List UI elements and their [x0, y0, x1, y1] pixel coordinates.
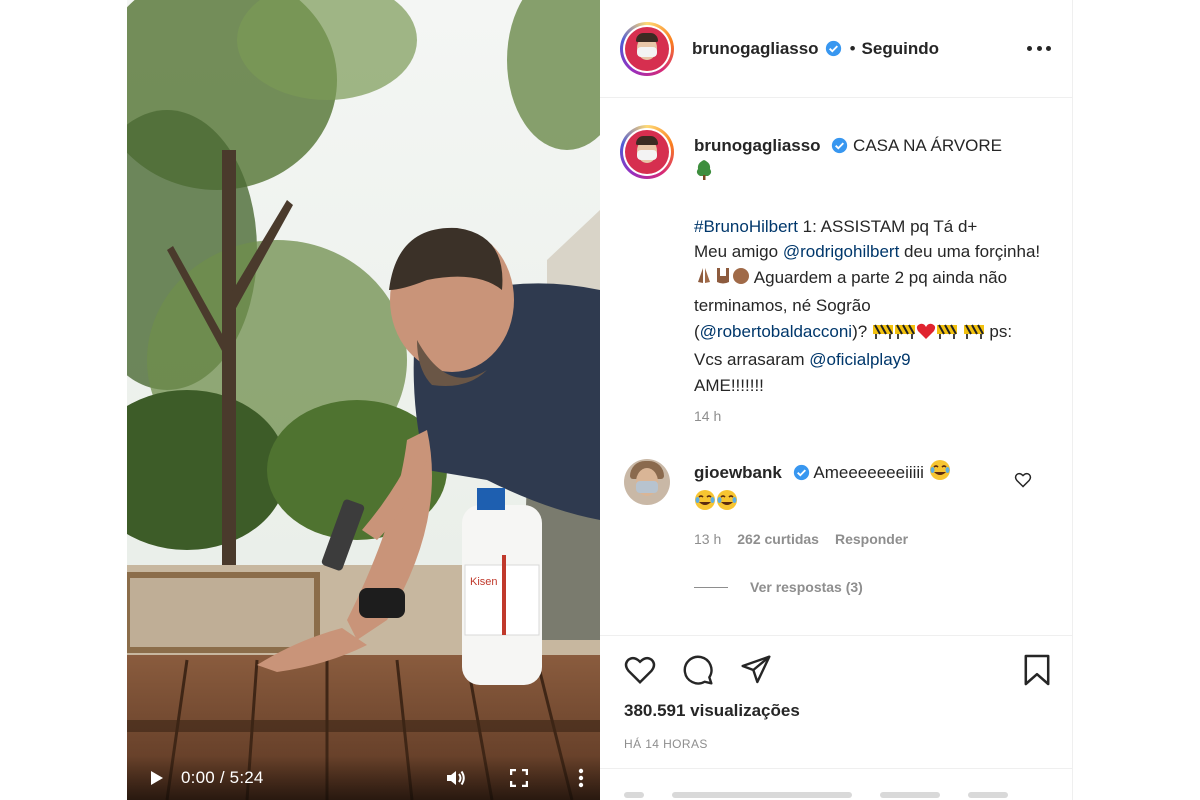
video-frame: Kisen [127, 0, 600, 800]
red-heart-emoji-icon [916, 322, 936, 348]
caption-username[interactable]: brunogagliasso [694, 136, 821, 155]
fist-emoji-icon [732, 266, 750, 294]
more-vertical-icon[interactable] [576, 767, 586, 789]
horns-emoji-icon [714, 266, 732, 294]
tears-of-joy-emoji-icon [694, 489, 716, 519]
tears-of-joy-emoji-icon [716, 489, 738, 519]
hashtag-link[interactable]: #BrunoHilbert [694, 217, 798, 236]
post-time-ago[interactable]: HÁ 14 HORAS [624, 737, 708, 751]
caption-text: brunogagliasso CASA NA ÁRVORE #BrunoHilb… [694, 133, 1044, 398]
caption-timestamp[interactable]: 14 h [694, 408, 721, 424]
comment-username[interactable]: gioewbank [694, 463, 782, 482]
bottle-label: Kisen [470, 576, 498, 588]
comment-likes[interactable]: 262 curtidas [737, 531, 819, 547]
construction-emoji-icon [872, 322, 894, 348]
comment-meta: 13 h 262 curtidas Responder [694, 531, 908, 547]
comment-text: gioewbank Ameeeeeeeiiiii [694, 459, 994, 519]
construction-emoji-icon [936, 322, 958, 348]
caption-line2-start: Meu amigo [694, 242, 783, 261]
view-replies-button[interactable]: Ver respostas (3) [694, 579, 863, 595]
divider [600, 768, 1073, 769]
caption-line4: )? [852, 321, 872, 341]
post-side-panel: brunogagliasso • Seguindo brunogagliasso… [600, 0, 1073, 800]
current-time: 0:00 [181, 768, 215, 787]
separator-dot: • [849, 38, 856, 58]
time-separator: / [214, 768, 230, 787]
construction-emoji-icon [963, 322, 985, 348]
replies-divider [694, 586, 728, 588]
fullscreen-icon[interactable] [508, 767, 530, 789]
post-actions: 380.591 visualizações HÁ 14 HORAS [600, 635, 1073, 800]
add-comment-row[interactable] [624, 792, 1044, 800]
more-options-icon[interactable] [1027, 38, 1051, 58]
comment-like-heart-icon[interactable] [1014, 472, 1034, 492]
comment-time[interactable]: 13 h [694, 531, 721, 547]
caption-line2-end: deu uma forçinha! [899, 242, 1041, 261]
comment-body: Ameeeeeeeiiiii [813, 463, 924, 482]
save-bookmark-icon[interactable] [1019, 652, 1055, 688]
comment-bubble-icon[interactable] [680, 652, 716, 688]
caption-avatar[interactable] [620, 125, 674, 179]
header-username[interactable]: brunogagliasso [692, 39, 819, 59]
praying-hands-emoji-icon [694, 266, 714, 294]
mention-robertobaldacconi[interactable]: @robertobaldacconi [700, 322, 852, 341]
comment-avatar[interactable] [624, 459, 670, 505]
tears-of-joy-emoji-icon [929, 459, 951, 489]
view-replies-label: Ver respostas (3) [750, 579, 863, 595]
video-controls: 0:00 / 5:24 [127, 756, 600, 800]
like-heart-icon[interactable] [622, 652, 658, 688]
construction-emoji-icon [894, 322, 916, 348]
caption-title: CASA NA ÁRVORE [853, 136, 1003, 155]
caption-line1: 1: ASSISTAM pq Tá d+ [797, 216, 978, 236]
share-direct-icon[interactable] [738, 652, 774, 688]
play-icon[interactable] [147, 768, 167, 788]
action-icons [622, 652, 774, 688]
mention-rodrigohilbert[interactable]: @rodrigohilbert [783, 242, 899, 261]
volume-icon[interactable] [444, 766, 468, 790]
following-button[interactable]: Seguindo [862, 39, 939, 59]
instagram-post-page: Kisen 0:00 / 5:24 brunogagliasso • Segui… [0, 0, 1200, 800]
avatar[interactable] [620, 21, 674, 76]
mention-oficialplay9[interactable]: @oficialplay9 [809, 350, 910, 369]
caption-line6: AME!!!!!!! [694, 375, 764, 395]
reply-button[interactable]: Responder [835, 531, 908, 547]
verified-badge-icon [825, 40, 841, 57]
video-time: 0:00 / 5:24 [181, 768, 264, 788]
post-header: brunogagliasso • Seguindo [600, 0, 1073, 98]
verified-badge-icon [793, 464, 809, 481]
tree-emoji-icon [694, 159, 714, 189]
view-count[interactable]: 380.591 visualizações [624, 701, 800, 721]
video-player[interactable]: Kisen 0:00 / 5:24 [127, 0, 600, 800]
duration: 5:24 [229, 768, 264, 787]
verified-badge-icon [832, 137, 848, 154]
